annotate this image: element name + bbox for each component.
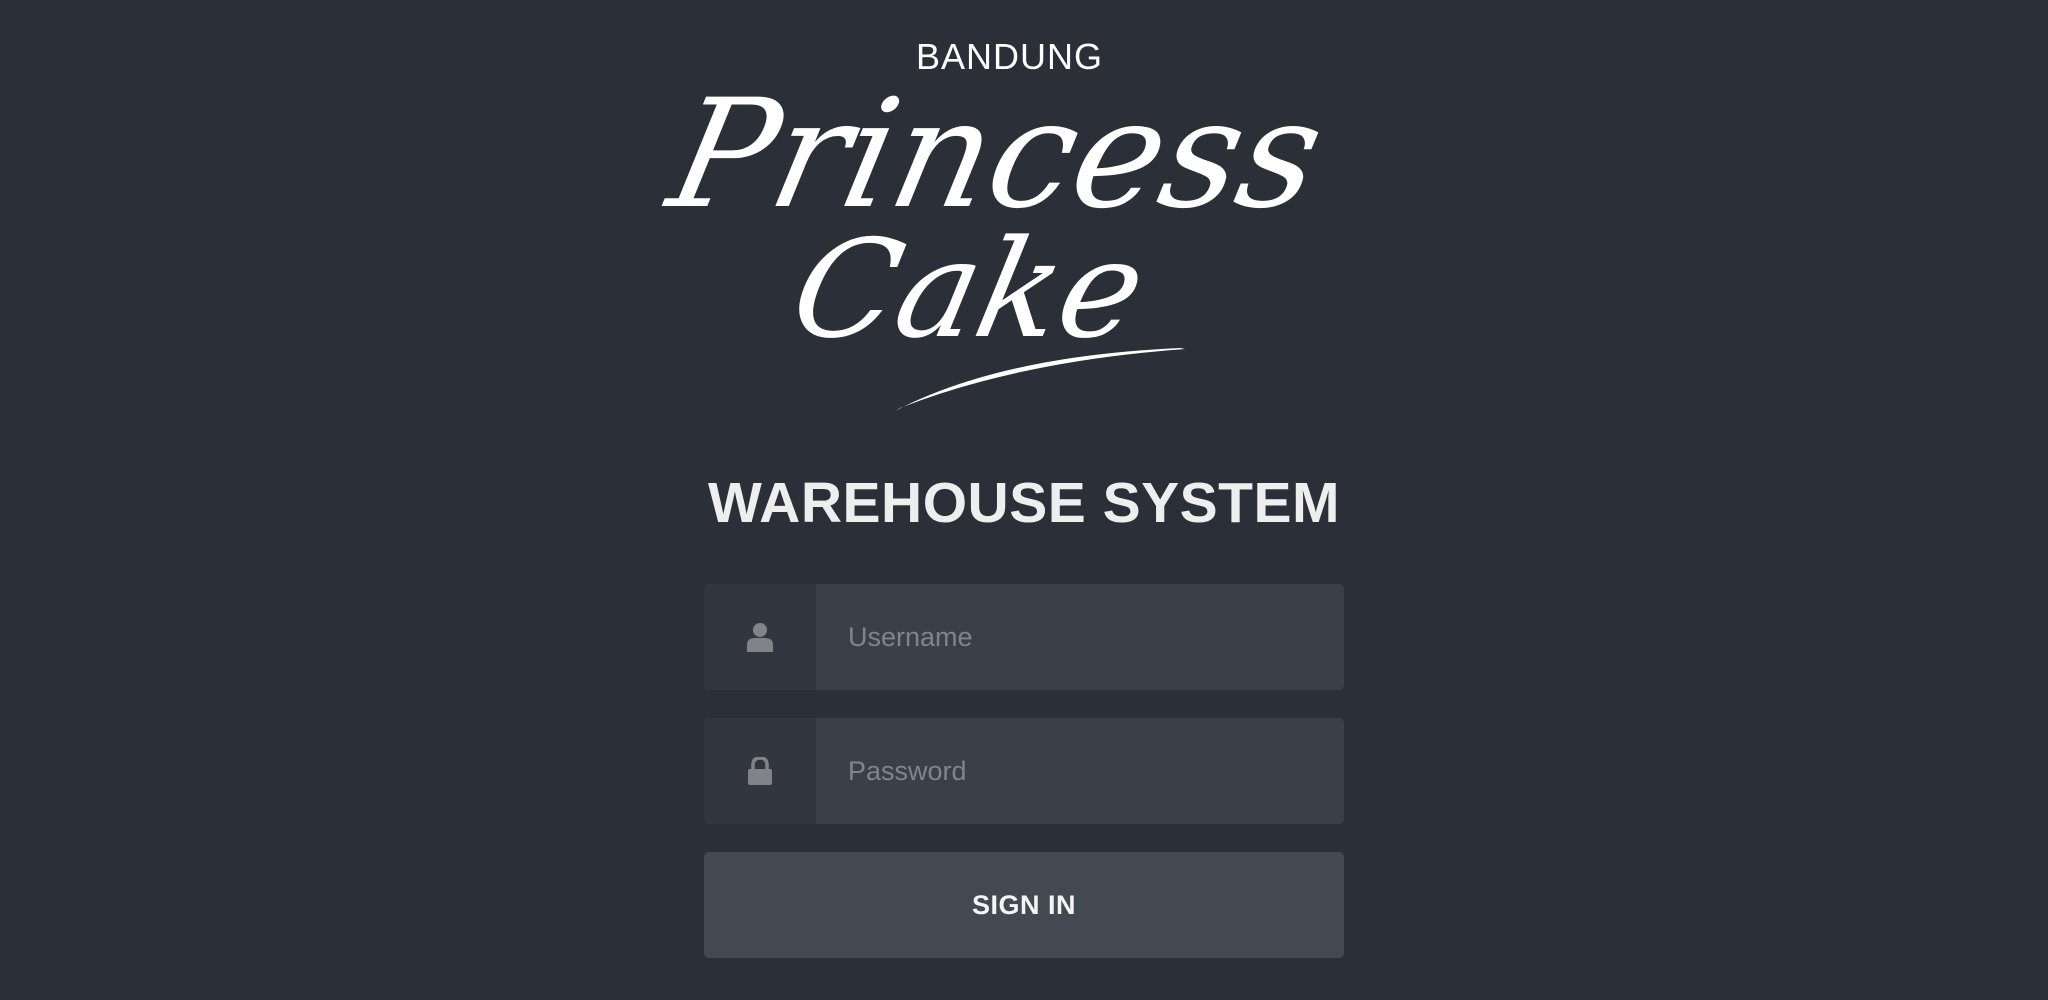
logo-line2: Cake [779, 211, 1158, 368]
page-title: WAREHOUSE SYSTEM [708, 471, 1340, 535]
brand-logo: BANDUNG Princess Cake [653, 36, 1337, 416]
username-input[interactable] [816, 584, 1344, 690]
password-input[interactable] [816, 718, 1344, 824]
lock-icon [748, 757, 772, 785]
username-field [704, 584, 1344, 690]
sign-in-button[interactable]: SIGN IN [704, 852, 1344, 958]
password-addon [704, 718, 816, 824]
password-field [704, 718, 1344, 824]
login-page: BANDUNG Princess Cake WAREHOUSE SYSTEM S… [0, 0, 2048, 1000]
logo-script: Princess Cake [653, 67, 1337, 411]
user-icon [747, 623, 773, 652]
logo-top-text: BANDUNG [916, 36, 1104, 77]
username-addon [704, 584, 816, 690]
